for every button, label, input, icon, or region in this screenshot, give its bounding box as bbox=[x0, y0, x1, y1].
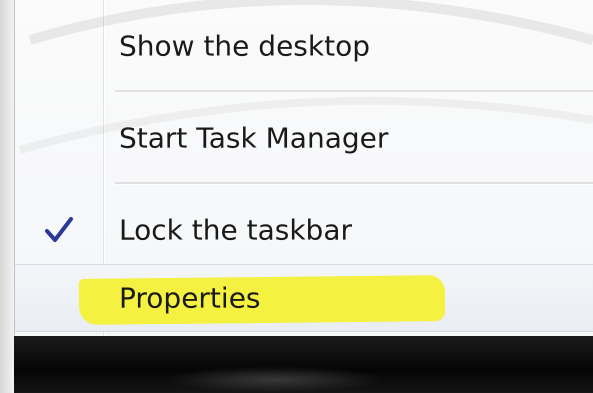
taskbar-context-menu: Show the desktop Start Task Manager Lock… bbox=[14, 0, 593, 336]
menu-item-start-task-manager[interactable]: Start Task Manager bbox=[15, 104, 593, 172]
menu-item-label: Start Task Manager bbox=[119, 121, 389, 155]
screen-edge bbox=[0, 0, 14, 393]
menu-item-label: Show the desktop bbox=[119, 29, 370, 63]
menu-item-show-desktop[interactable]: Show the desktop bbox=[15, 12, 593, 80]
menu-item-label: Lock the taskbar bbox=[119, 213, 352, 247]
taskbar bbox=[14, 336, 593, 393]
menu-item-lock-taskbar[interactable]: Lock the taskbar bbox=[15, 196, 593, 264]
menu-item-label: Properties bbox=[119, 281, 261, 315]
menu-separator bbox=[115, 90, 593, 93]
menu-item-properties[interactable]: Properties bbox=[15, 264, 593, 332]
screen: Show the desktop Start Task Manager Lock… bbox=[0, 0, 593, 393]
taskbar-glow bbox=[164, 366, 384, 393]
menu-separator bbox=[115, 182, 593, 185]
checkmark-icon bbox=[45, 217, 73, 242]
